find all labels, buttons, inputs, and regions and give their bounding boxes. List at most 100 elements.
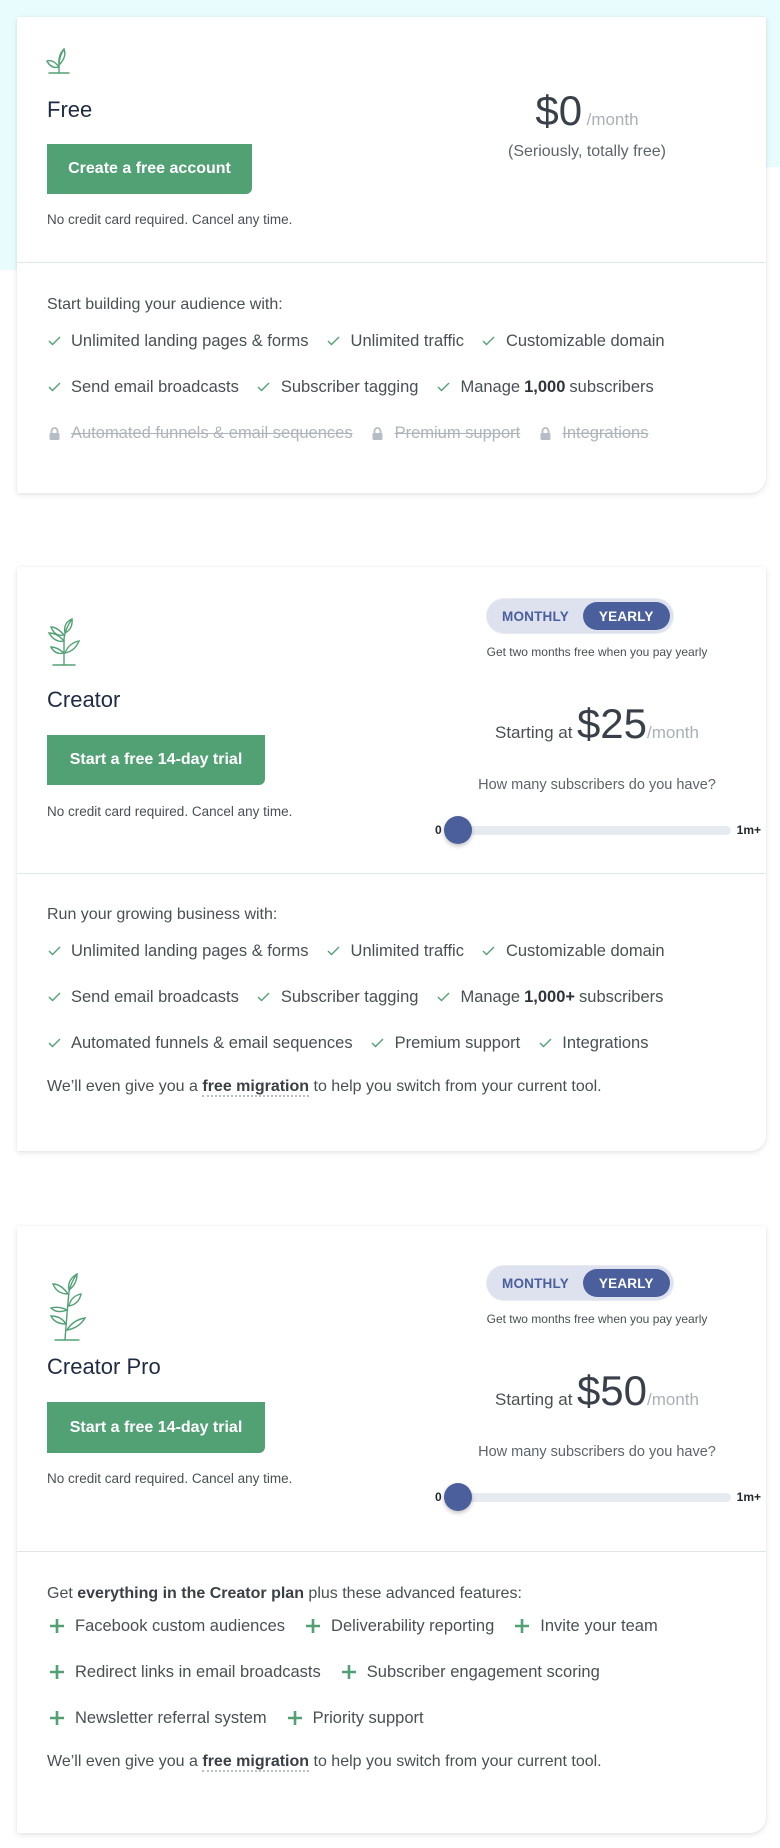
price-period: /month [647, 1390, 699, 1409]
migration-text-post: to help you switch from your current too… [313, 1078, 602, 1095]
feature-text: Subscriber tagging [280, 987, 419, 1006]
feature-item: Unlimited landing pages & forms [47, 318, 309, 364]
feature-item: Customizable domain [482, 928, 665, 974]
billing-monthly-option[interactable]: MONTHLY [490, 602, 583, 630]
subscriber-slider: 0 1m+ [435, 815, 761, 845]
price-line: Starting at $25/month [417, 700, 777, 748]
feature-text: Premium support [394, 1033, 521, 1052]
billing-monthly-option[interactable]: MONTHLY [490, 1269, 583, 1297]
feature-text: Priority support [312, 1708, 424, 1727]
feature-item: Integrations [538, 410, 648, 456]
price-note: (Seriously, totally free) [508, 143, 666, 160]
plan-card-creator: Creator Start a free 14-day trial No cre… [17, 567, 766, 1151]
feature-item: Newsletter referral system [47, 1695, 267, 1741]
billing-toggle: MONTHLY YEARLY [487, 599, 673, 633]
slider-thumb[interactable] [443, 1483, 472, 1511]
lock-icon [47, 426, 61, 440]
feature-item: Manage 1,000+ subscribers [436, 974, 663, 1020]
plan-features-section: Run your growing business with: Unlimite… [17, 874, 766, 1097]
lock-icon [371, 426, 385, 440]
check-icon [327, 946, 341, 956]
slider-min-label: 0 [435, 823, 442, 837]
check-icon [257, 992, 271, 1002]
no-credit-card-note: No credit card required. Cancel any time… [47, 212, 293, 227]
price-period: /month [647, 723, 699, 742]
plan-header: Creator Start a free 14-day trial No cre… [17, 567, 766, 874]
price-amount: $0 [535, 87, 583, 134]
feature-text-post: subscribers [579, 987, 664, 1006]
migration-note: We’ll even give you a free migration to … [47, 1753, 736, 1772]
feature-text: Unlimited landing pages & forms [71, 331, 309, 350]
feature-item: Subscriber tagging [257, 974, 419, 1020]
feature-item: Send email broadcasts [47, 364, 239, 410]
slider-max-label: 1m+ [736, 823, 761, 837]
billing-yearly-option[interactable]: YEARLY [582, 1269, 670, 1297]
check-icon [371, 1038, 385, 1048]
price-amount: $25 [576, 700, 648, 747]
check-icon [47, 992, 61, 1002]
plus-icon [339, 1664, 359, 1680]
feature-text: Redirect links in email broadcasts [75, 1662, 321, 1681]
tall-plant-icon [45, 1272, 91, 1342]
no-credit-card-note: No credit card required. Cancel any time… [47, 804, 293, 819]
feature-text: Integrations [562, 1033, 649, 1052]
feature-item: Integrations [538, 1020, 648, 1066]
price-block: $0 /month (Seriously, totally free) [407, 87, 767, 161]
feature-item: Send email broadcasts [47, 974, 239, 1020]
plus-icon [47, 1618, 67, 1634]
plant-icon [45, 617, 85, 667]
plan-header: Free Create a free account No credit car… [17, 17, 766, 263]
price-block: Starting at $25/month [417, 700, 777, 748]
check-icon [436, 992, 450, 1002]
billing-toggle: MONTHLY YEARLY [487, 1266, 673, 1300]
feature-text-pre: Manage [460, 377, 521, 396]
plan-header: Creator Pro Start a free 14-day trial No… [17, 1226, 766, 1552]
subscriber-question: How many subscribers do you have? [478, 777, 716, 793]
feature-item: Facebook custom audiences [47, 1603, 285, 1649]
feature-text: Unlimited traffic [350, 941, 464, 960]
feature-item: Deliverability reporting [303, 1603, 494, 1649]
slider-thumb[interactable] [443, 816, 472, 844]
starting-at-label: Starting at [494, 723, 573, 742]
create-free-account-button[interactable]: Create a free account [47, 144, 252, 194]
billing-yearly-option[interactable]: YEARLY [582, 602, 670, 630]
feature-item: Unlimited landing pages & forms [47, 928, 309, 974]
start-trial-button[interactable]: Start a free 14-day trial [47, 735, 265, 785]
plus-icon [303, 1618, 323, 1634]
check-icon [327, 336, 341, 346]
plus-icon [285, 1710, 305, 1726]
migration-text-pre: We’ll even give you a [47, 1078, 198, 1095]
slider-track[interactable] [443, 1483, 731, 1511]
check-icon [47, 336, 61, 346]
sprout-icon [45, 45, 73, 75]
feature-item: Priority support [285, 1695, 424, 1741]
features-lead: Get everything in the Creator plan plus … [47, 1585, 736, 1603]
lead-text-bold: everything in the Creator plan [77, 1585, 304, 1602]
feature-item: Subscriber tagging [257, 364, 418, 410]
start-trial-button[interactable]: Start a free 14-day trial [47, 1402, 265, 1453]
features-lead: Start building your audience with: [47, 296, 283, 313]
feature-item: Premium support [371, 1020, 521, 1066]
check-icon [538, 1038, 552, 1048]
plan-card-creator-pro: Creator Pro Start a free 14-day trial No… [17, 1226, 766, 1833]
feature-text: Automated funnels & email sequences [71, 423, 353, 442]
feature-text: Send email broadcasts [71, 987, 239, 1006]
no-credit-card-note: No credit card required. Cancel any time… [47, 1471, 293, 1486]
lead-text-post: plus these advanced features: [308, 1585, 522, 1602]
price-block: Starting at $50/month [417, 1367, 777, 1415]
feature-text: Unlimited landing pages & forms [71, 941, 309, 960]
migration-text-post: to help you switch from your current too… [313, 1753, 602, 1770]
feature-item: Unlimited traffic [327, 928, 464, 974]
feature-item: Manage 1,000 subscribers [436, 364, 654, 410]
plan-name: Creator Pro [47, 1354, 161, 1379]
feature-item: Unlimited traffic [327, 318, 464, 364]
feature-text: Customizable domain [505, 941, 665, 960]
slider-track[interactable] [443, 816, 731, 844]
lock-icon [538, 426, 552, 440]
free-migration-link[interactable]: free migration [202, 1078, 310, 1097]
free-migration-link[interactable]: free migration [202, 1753, 310, 1772]
plus-icon [512, 1618, 532, 1634]
feature-text: Integrations [562, 423, 649, 442]
check-icon [482, 336, 496, 346]
plan-name: Creator [47, 687, 121, 712]
